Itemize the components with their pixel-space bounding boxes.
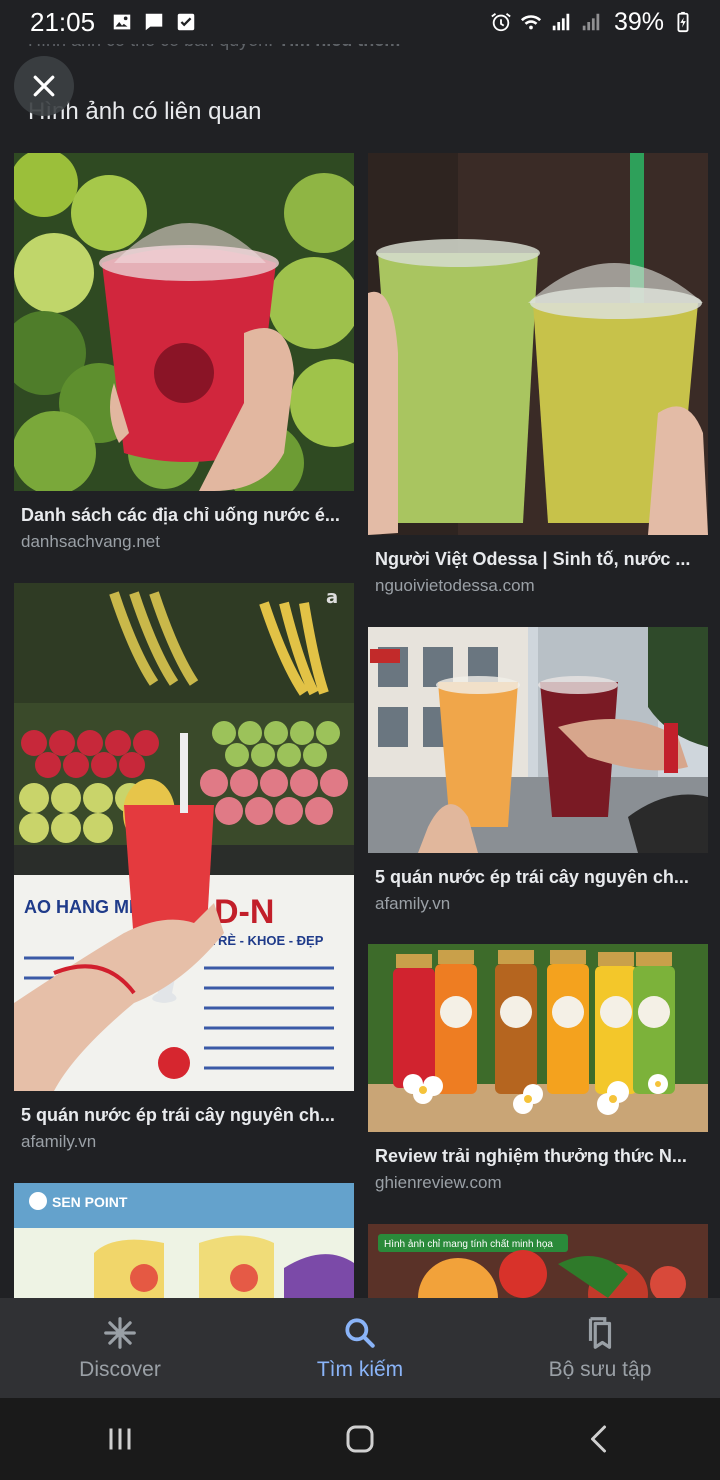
battery-percent: 39% [613, 7, 664, 36]
result-card[interactable]: AO HANG MI D-N TRÈ - KHOE - ĐẸP a 5 quán… [14, 583, 354, 1152]
system-icons: 39% [490, 8, 694, 37]
svg-text:a: a [326, 587, 338, 608]
asterisk-icon [104, 1317, 136, 1349]
svg-text:D-N: D-N [214, 893, 274, 931]
nav-collections-label: Bộ sưu tập [548, 1358, 652, 1381]
result-card[interactable]: Danh sách các địa chỉ uống nước é... dan… [14, 153, 354, 552]
svg-text:AO HANG MI: AO HANG MI [24, 897, 134, 917]
red-juice-image [14, 153, 354, 491]
result-card[interactable]: Người Việt Odessa | Sinh tố, nước ... ng… [368, 153, 708, 596]
back-button[interactable] [565, 1409, 635, 1469]
home-icon [346, 1425, 374, 1453]
wifi-icon [520, 11, 542, 33]
nav-search[interactable]: Tìm kiếm [240, 1298, 480, 1398]
result-thumbnail[interactable] [368, 153, 708, 535]
signal-icon [550, 11, 572, 33]
bottom-navigation: Discover Tìm kiếm Bộ sưu tập [0, 1298, 720, 1398]
nav-discover[interactable]: Discover [0, 1298, 240, 1398]
result-title[interactable]: Người Việt Odessa | Sinh tố, nước ... [368, 549, 698, 570]
result-source: danhsachvang.net [21, 532, 160, 551]
result-source: ghienreview.com [375, 1173, 502, 1192]
result-thumbnail[interactable]: SEN POINT [14, 1183, 354, 1298]
result-card[interactable]: 5 quán nước ép trái cây nguyên ch... afa… [368, 627, 708, 914]
image-icon [111, 11, 133, 33]
fruit-stand-sign-text: TRÈ - KHOE - ĐẸP [210, 933, 324, 948]
battery-icon [672, 11, 694, 33]
result-card[interactable]: SEN POINT [14, 1183, 354, 1298]
nav-search-label: Tìm kiếm [316, 1358, 404, 1381]
result-card[interactable]: Hình ảnh chỉ mang tính chất minh họa [368, 1224, 708, 1298]
home-button[interactable] [325, 1409, 395, 1469]
close-button[interactable] [14, 56, 74, 116]
result-source: afamily.vn [21, 1132, 97, 1151]
nav-discover-label: Discover [79, 1358, 161, 1381]
result-thumbnail[interactable] [14, 153, 354, 491]
result-source: nguoivietodessa.com [375, 576, 535, 595]
street-juice-image [368, 627, 708, 853]
result-title[interactable]: Review trải nghiệm thưởng thức N... [368, 1146, 698, 1167]
illustration-note-text: Hình ảnh chỉ mang tính chất minh họa [384, 1238, 553, 1250]
result-thumbnail[interactable]: Hình ảnh chỉ mang tính chất minh họa [368, 1224, 708, 1298]
close-icon [33, 75, 55, 97]
orange-juice-image: Hình ảnh chỉ mang tính chất minh họa [368, 1224, 708, 1298]
green-juice-image [368, 153, 708, 535]
alarm-icon [490, 11, 512, 33]
result-card[interactable]: Review trải nghiệm thưởng thức N... ghie… [368, 944, 708, 1193]
result-title[interactable]: Danh sách các địa chỉ uống nước é... [14, 505, 344, 526]
checkbox-icon [175, 11, 197, 33]
result-source: afamily.vn [375, 894, 451, 913]
result-thumbnail[interactable]: AO HANG MI D-N TRÈ - KHOE - ĐẸP a [14, 583, 354, 1091]
notification-icons [111, 11, 197, 33]
back-icon [591, 1425, 606, 1453]
signal-icon [580, 11, 602, 33]
result-thumbnail[interactable] [368, 944, 708, 1132]
result-thumbnail[interactable] [368, 627, 708, 853]
system-nav-bar [0, 1398, 720, 1480]
senpoint-juice-image: SEN POINT [14, 1183, 354, 1298]
search-icon [345, 1318, 375, 1348]
status-bar: 21:05 39% [0, 0, 720, 44]
collections-icon [588, 1317, 612, 1349]
message-icon [143, 11, 165, 33]
result-title[interactable]: 5 quán nước ép trái cây nguyên ch... [14, 1105, 344, 1126]
bottled-juice-image [368, 944, 708, 1132]
recent-apps-icon [109, 1428, 131, 1450]
fruit-stand-image: AO HANG MI D-N TRÈ - KHOE - ĐẸP a [14, 583, 354, 1091]
status-time: 21:05 [30, 6, 96, 37]
senpoint-logo-text: SEN POINT [52, 1194, 128, 1210]
recent-apps-button[interactable] [85, 1409, 155, 1469]
nav-collections[interactable]: Bộ sưu tập [480, 1298, 720, 1398]
result-title[interactable]: 5 quán nước ép trái cây nguyên ch... [368, 867, 698, 888]
